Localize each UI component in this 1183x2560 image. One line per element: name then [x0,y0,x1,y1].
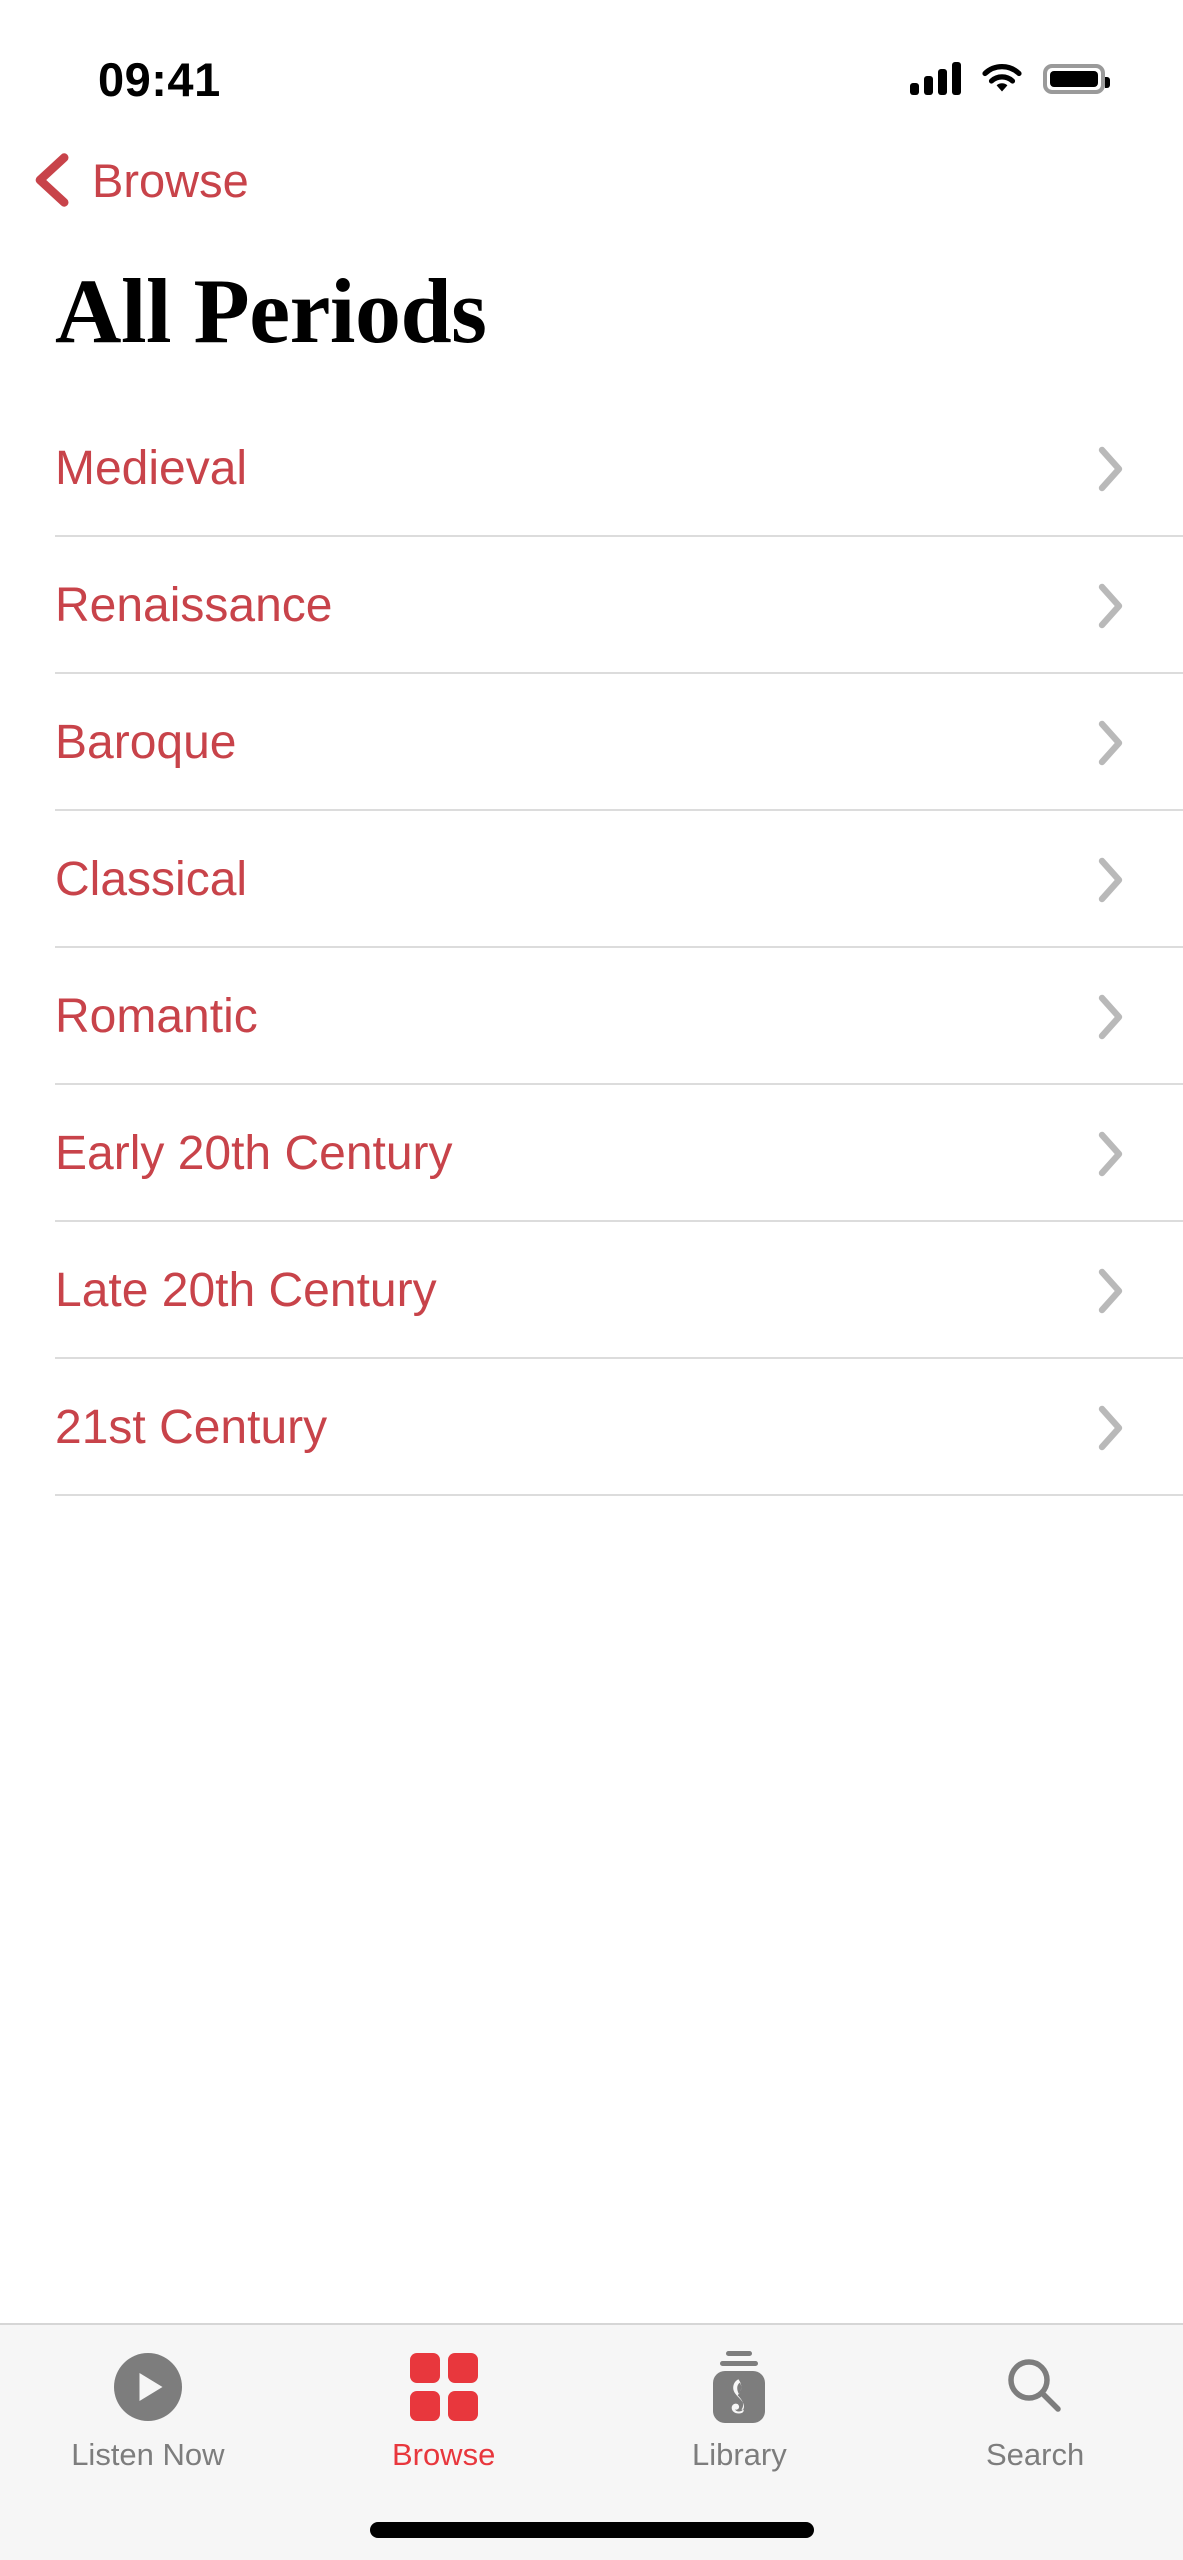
battery-full-icon [1043,64,1110,94]
tab-search[interactable]: Search [887,2349,1183,2470]
grid-squares-icon [406,2349,482,2425]
list-item-label: Late 20th Century [55,1263,437,1317]
tab-label: Browse [391,2437,496,2472]
status-bar: 09:41 [0,0,1183,130]
list-item-label: Renaissance [55,578,333,632]
back-button-label: Browse [92,153,249,207]
treble-clef-icon [732,2379,745,2414]
magnifier-icon [997,2349,1073,2425]
chevron-right-icon [1098,446,1123,491]
app-screen: 09:41 Browse All Periods Medieval Renais… [0,0,1183,2560]
wifi-icon [982,64,1022,92]
play-circle-icon [110,2349,186,2425]
navigation-bar: Browse [0,140,1183,220]
cellular-signal-icon [910,62,961,95]
list-item-medieval[interactable]: Medieval [0,400,1183,537]
list-item-early-20th-century[interactable]: Early 20th Century [0,1085,1183,1222]
list-item-label: Baroque [55,715,237,769]
status-bar-icons [910,62,1110,95]
status-bar-clock: 09:41 [98,52,221,106]
music-library-icon [701,2349,777,2425]
list-item-label: 21st Century [55,1400,328,1454]
home-indicator [369,2522,814,2538]
tab-label: Library [691,2437,787,2472]
chevron-right-icon [1098,1268,1123,1313]
tab-library[interactable]: Library [592,2349,888,2470]
tab-browse[interactable]: Browse [296,2349,592,2470]
tab-label: Search [986,2437,1085,2472]
back-button[interactable]: Browse [30,152,249,208]
list-item-classical[interactable]: Classical [0,811,1183,948]
chevron-right-icon [1098,720,1123,765]
list-item-label: Romantic [55,989,258,1043]
tab-bar: Listen Now Browse Library Search [0,2323,1183,2560]
list-item-21st-century[interactable]: 21st Century [0,1359,1183,1496]
list-item-late-20th-century[interactable]: Late 20th Century [0,1222,1183,1359]
chevron-right-icon [1098,994,1123,1039]
list-item-romantic[interactable]: Romantic [0,948,1183,1085]
chevron-right-icon [1098,1405,1123,1450]
tab-label: Listen Now [71,2437,225,2472]
periods-list: Medieval Renaissance Baroque Classical R [0,400,1183,1496]
list-item-label: Early 20th Century [55,1126,453,1180]
list-item-baroque[interactable]: Baroque [0,674,1183,811]
list-item-label: Classical [55,852,248,906]
chevron-left-icon[interactable] [30,152,76,208]
chevron-right-icon [1098,583,1123,628]
chevron-right-icon [1098,857,1123,902]
tab-listen-now[interactable]: Listen Now [0,2349,296,2470]
chevron-right-icon [1098,1131,1123,1176]
page-title: All Periods [55,260,487,362]
list-item-renaissance[interactable]: Renaissance [0,537,1183,674]
list-item-label: Medieval [55,441,248,495]
